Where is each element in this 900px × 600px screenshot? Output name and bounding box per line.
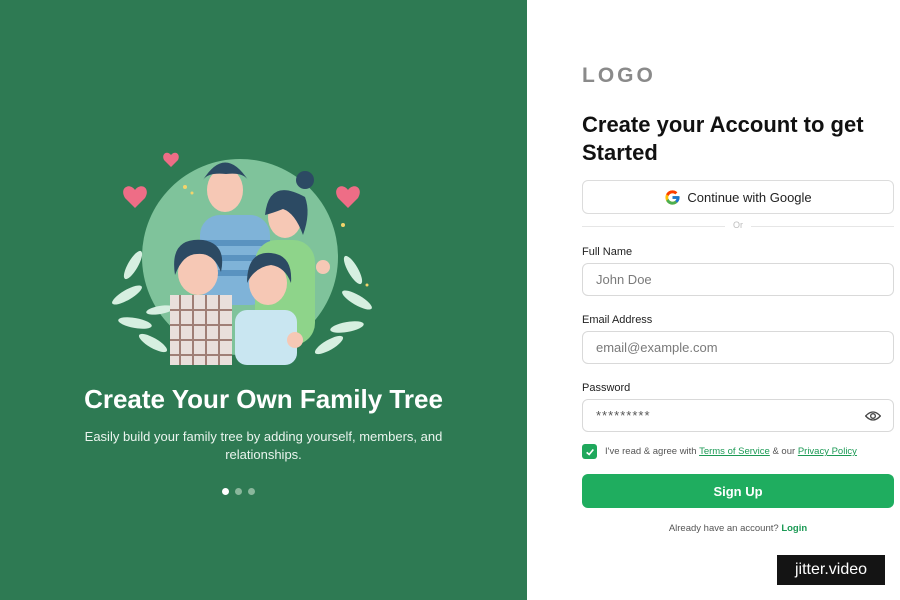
family-illustration — [112, 152, 372, 365]
login-prompt: Already have an account? — [668, 523, 779, 534]
signup-panel: LOGO Create your Account to get Started … — [527, 0, 900, 600]
google-signin-button[interactable]: Continue with Google — [582, 180, 894, 214]
password-field-wrapper — [582, 399, 894, 432]
google-button-label: Continue with Google — [687, 189, 812, 205]
privacy-link[interactable]: Privacy Policy — [798, 446, 857, 457]
login-prompt-row: Already have an account? Login — [582, 523, 894, 534]
agree-prefix: I've read & agree with — [605, 446, 697, 457]
hero-subtitle: Easily build your family tree by adding … — [84, 429, 443, 462]
divider-label: Or — [733, 220, 743, 230]
email-input[interactable] — [583, 332, 893, 363]
check-icon — [585, 448, 594, 456]
carousel-dots — [222, 488, 255, 495]
terms-agreement: I've read & agree with Terms of Service … — [582, 444, 857, 459]
google-icon — [665, 189, 680, 205]
watermark-badge: jitter.video — [777, 555, 885, 585]
onboarding-panel: Create Your Own Family Tree Easily build… — [0, 0, 527, 600]
email-label: Email Address — [582, 314, 653, 326]
login-link[interactable]: Login — [781, 523, 807, 534]
or-divider: Or — [582, 220, 894, 232]
signup-button[interactable]: Sign Up — [582, 474, 894, 508]
form-title: Create your Account to get Started — [582, 112, 864, 165]
carousel-dot-2[interactable] — [235, 488, 242, 495]
carousel-dot-3[interactable] — [248, 488, 255, 495]
password-label: Password — [582, 382, 631, 394]
carousel-dot-1[interactable] — [222, 488, 229, 495]
terms-checkbox[interactable] — [582, 444, 597, 459]
email-field-wrapper — [582, 331, 894, 364]
hero-title: Create Your Own Family Tree — [84, 384, 443, 414]
password-input[interactable] — [583, 400, 893, 431]
terms-link[interactable]: Terms of Service — [699, 446, 770, 457]
full-name-label: Full Name — [582, 246, 633, 258]
full-name-input[interactable] — [583, 264, 893, 295]
agree-middle: & our — [772, 446, 796, 457]
logo: LOGO — [582, 64, 656, 87]
full-name-field-wrapper — [582, 263, 894, 296]
eye-icon[interactable] — [865, 409, 881, 423]
